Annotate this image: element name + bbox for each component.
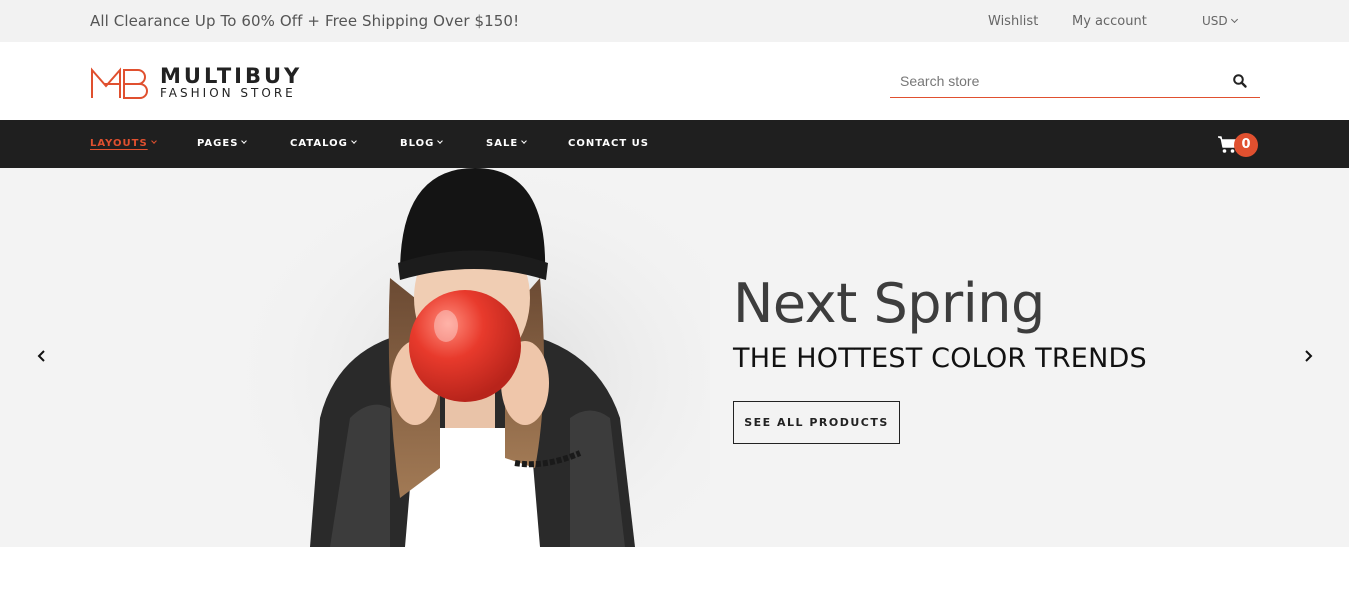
page-content-area (0, 547, 1349, 609)
nav-label: CATALOG (290, 138, 348, 149)
logo-name: MULTIBUY (160, 64, 303, 88)
nav-label: SALE (486, 138, 519, 149)
nav-label: PAGES (197, 138, 239, 149)
chevron-down-icon (150, 138, 157, 144)
search-bar (890, 66, 1260, 98)
wishlist-link[interactable]: Wishlist (988, 14, 1038, 29)
hero-slider: Next Spring THE HOTTEST COLOR TRENDS SEE… (0, 168, 1349, 547)
cart-count-badge: 0 (1234, 133, 1258, 157)
arrow-right-icon[interactable] (1300, 348, 1316, 364)
cart-button[interactable]: 0 (1218, 132, 1260, 158)
currency-label: USD (1202, 14, 1228, 28)
see-all-products-button[interactable]: SEE ALL PRODUCTS (733, 401, 900, 444)
logo-mark-icon (91, 67, 148, 99)
chevron-down-icon (241, 138, 248, 144)
site-header: MULTIBUY FASHION STORE (0, 42, 1349, 120)
main-nav: LAYOUTS PAGES CATALOG BLOG SALE CONTACT … (0, 120, 1349, 168)
nav-item-pages[interactable]: PAGES (197, 138, 248, 149)
nav-label: BLOG (400, 138, 435, 149)
search-input[interactable] (890, 66, 1220, 96)
chevron-down-icon (1230, 15, 1238, 24)
nav-item-layouts[interactable]: LAYOUTS (90, 138, 157, 149)
hero-title: Next Spring (733, 272, 1045, 335)
nav-item-blog[interactable]: BLOG (400, 138, 444, 149)
promo-text: All Clearance Up To 60% Off + Free Shipp… (90, 12, 520, 30)
nav-item-contact-us[interactable]: CONTACT US (568, 138, 649, 149)
chevron-down-icon (350, 138, 357, 144)
hero-subtitle: THE HOTTEST COLOR TRENDS (733, 343, 1147, 374)
logo-tagline: FASHION STORE (160, 86, 296, 100)
my-account-link[interactable]: My account (1072, 14, 1147, 29)
nav-label: LAYOUTS (90, 138, 148, 149)
nav-item-catalog[interactable]: CATALOG (290, 138, 357, 149)
chevron-down-icon (437, 138, 444, 144)
arrow-left-icon[interactable] (34, 348, 50, 364)
nav-item-sale[interactable]: SALE (486, 138, 527, 149)
currency-selector[interactable]: USD (1202, 14, 1238, 28)
hero-model-image (240, 168, 710, 547)
search-icon[interactable] (1232, 73, 1248, 89)
chevron-down-icon (521, 138, 527, 144)
nav-label: CONTACT US (568, 138, 649, 149)
top-bar: All Clearance Up To 60% Off + Free Shipp… (0, 0, 1349, 42)
